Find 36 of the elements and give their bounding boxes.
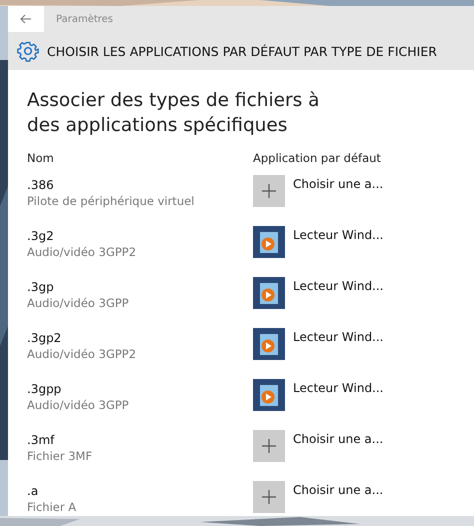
file-description: Pilote de périphérique virtuel <box>27 193 196 209</box>
file-extension: .3gpp <box>27 381 62 397</box>
default-app-button[interactable]: Choisir une a... <box>253 430 384 481</box>
file-description: Audio/vidéo 3GPP2 <box>27 244 138 260</box>
media-player-icon <box>253 379 285 411</box>
default-app-button[interactable]: Lecteur Wind... <box>253 226 384 277</box>
back-button[interactable] <box>8 6 44 32</box>
file-extension: .3mf <box>27 432 56 448</box>
page-title: CHOISIR LES APPLICATIONS PAR DÉFAUT PAR TYPE DE FICHIER <box>47 44 437 58</box>
window-title: Paramètres <box>56 14 114 24</box>
file-extension: .a <box>27 483 40 499</box>
plus-icon <box>253 430 285 462</box>
file-extension: .3gp2 <box>27 330 62 346</box>
media-player-icon <box>253 277 285 309</box>
default-app-button[interactable]: Choisir une a... <box>253 175 384 226</box>
section-heading: Associer des types de fichiers à des applications spécifiques <box>27 89 320 138</box>
file-extension: .3gp <box>27 279 55 295</box>
file-description: Fichier 3MF <box>27 448 94 464</box>
file-description: Audio/vidéo 3GPP <box>27 295 130 311</box>
default-app-button[interactable]: Lecteur Wind... <box>253 277 384 328</box>
media-player-icon <box>253 226 285 258</box>
plus-icon <box>253 175 285 207</box>
back-arrow-icon <box>20 14 32 24</box>
file-description: Audio/vidéo 3GPP2 <box>27 346 138 362</box>
column-header: Application par défaut <box>253 151 381 165</box>
default-app-button[interactable]: Lecteur Wind... <box>253 379 384 430</box>
column-header: Nom <box>27 151 55 165</box>
media-player-icon <box>253 328 285 360</box>
plus-icon <box>253 481 285 513</box>
settings-icon <box>17 40 39 62</box>
file-extension: .3g2 <box>27 228 55 244</box>
default-app-button[interactable]: Lecteur Wind... <box>253 328 384 379</box>
file-description: Audio/vidéo 3GPP <box>27 397 130 413</box>
file-extension: .386 <box>27 177 55 193</box>
file-description: Fichier A <box>27 499 78 515</box>
default-app-button[interactable]: Choisir une a... <box>253 481 384 516</box>
